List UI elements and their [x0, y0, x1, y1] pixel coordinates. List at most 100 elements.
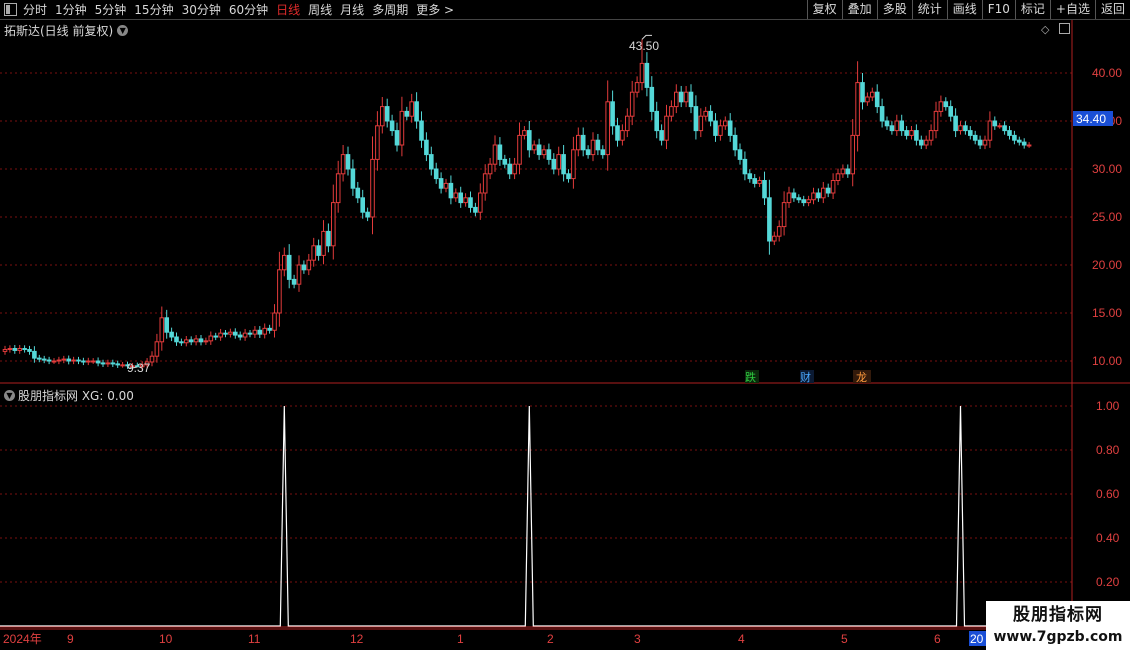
period-more[interactable]: 更多 >	[416, 1, 454, 18]
candle-body	[1007, 130, 1012, 136]
candle-body	[870, 91, 875, 98]
period-multi[interactable]: 多周期	[372, 1, 408, 18]
candle-body	[649, 86, 655, 112]
indicator-title[interactable]: 股朋指标网 XG: 0.00	[18, 387, 134, 404]
main-chart-title[interactable]: 拓斯达(日线 前复权)	[4, 22, 113, 39]
watermark-url: www.7gpzb.com	[993, 629, 1123, 645]
layout-toggle-icon[interactable]	[4, 3, 17, 16]
candle-body	[1021, 141, 1027, 146]
time-tick: 6	[934, 632, 941, 646]
candle-body	[384, 106, 390, 122]
candle-body	[81, 360, 86, 363]
current-price-label: 34.40	[1076, 112, 1106, 126]
event-marker-finance[interactable]: 财	[800, 370, 811, 384]
indicator-tick: 1.00	[1096, 399, 1120, 413]
price-tick: 20.00	[1092, 258, 1122, 272]
adjust-button[interactable]: 复权	[806, 0, 842, 19]
period-1min[interactable]: 1分钟	[55, 1, 87, 18]
candle-body	[639, 62, 645, 84]
candle-body	[909, 130, 914, 136]
back-button[interactable]: 返回	[1094, 0, 1130, 19]
period-monthly[interactable]: 月线	[340, 1, 364, 18]
xg-signal-line	[0, 405, 1072, 627]
candle-body	[688, 91, 694, 108]
candle-body	[546, 149, 552, 160]
candle-body	[100, 362, 106, 365]
candle-body	[56, 359, 62, 362]
candle-body	[825, 187, 831, 194]
low-price-label: 9.37	[127, 361, 151, 375]
chevron-down-icon[interactable]: ▼	[4, 390, 15, 401]
candle-body	[223, 332, 228, 335]
candle-body	[786, 192, 792, 204]
candle-body	[51, 360, 57, 363]
candle-body	[982, 139, 988, 146]
candle-body	[723, 120, 728, 127]
candle-body	[159, 317, 165, 343]
candle-body	[796, 197, 802, 201]
overlay-button[interactable]: 叠加	[841, 0, 877, 19]
candle-body	[7, 348, 13, 351]
candle-body	[561, 154, 566, 175]
chevron-down-icon[interactable]: ▼	[117, 25, 129, 36]
chart-canvas[interactable]: 40.00 35.00 30.00 25.00 20.00 15.00 10.0…	[0, 0, 1130, 650]
candle-body	[958, 125, 963, 132]
candle-body	[674, 91, 679, 108]
candle-body	[277, 269, 282, 314]
candle-body	[767, 197, 772, 242]
candle-body	[541, 149, 547, 156]
candle-body	[821, 187, 826, 199]
candle-body	[365, 211, 370, 218]
candle-body	[620, 130, 625, 141]
candle-body	[615, 125, 620, 141]
mark-button[interactable]: 标记	[1014, 0, 1050, 19]
period-daily[interactable]: 日线	[276, 1, 300, 18]
candle-body	[350, 168, 356, 189]
add-watchlist-button[interactable]: +自选	[1049, 0, 1095, 19]
candle-body	[169, 331, 174, 338]
period-60min[interactable]: 60分钟	[229, 1, 268, 18]
candle-body	[762, 180, 767, 199]
candle-body	[527, 130, 532, 151]
candle-body	[531, 144, 537, 151]
time-tick: 9	[67, 632, 74, 646]
candle-body	[977, 139, 983, 146]
candle-body	[237, 334, 243, 338]
candle-body	[791, 192, 797, 199]
candle-body	[399, 110, 405, 146]
time-tick: 20	[970, 632, 984, 646]
f10-button[interactable]: F10	[981, 0, 1015, 19]
period-30min[interactable]: 30分钟	[182, 1, 221, 18]
statistics-button[interactable]: 统计	[911, 0, 947, 19]
period-weekly[interactable]: 周线	[308, 1, 332, 18]
time-tick: 2	[547, 632, 554, 646]
event-marker-dragon[interactable]: 龙	[856, 371, 867, 384]
candle-body	[438, 178, 444, 189]
candle-body	[17, 348, 22, 351]
candle-body	[95, 360, 101, 364]
period-15min[interactable]: 15分钟	[134, 1, 173, 18]
candle-body	[345, 154, 351, 170]
candle-body	[326, 230, 331, 247]
candle-body	[331, 202, 336, 247]
candle-body	[188, 339, 194, 343]
multi-stock-button[interactable]: 多股	[876, 0, 912, 19]
candle-body	[972, 134, 978, 141]
candle-body	[605, 101, 611, 156]
diamond-icon[interactable]: ◇	[1041, 23, 1049, 36]
candle-body	[850, 134, 856, 175]
period-5min[interactable]: 5分钟	[95, 1, 127, 18]
candle-body	[71, 359, 76, 362]
candle-body	[306, 259, 312, 271]
candle-body	[179, 341, 184, 344]
period-intraday[interactable]: 分时	[23, 1, 47, 18]
candle-body	[865, 96, 870, 103]
candle-body	[595, 139, 601, 151]
candle-body	[747, 173, 753, 180]
candle-body	[110, 362, 116, 365]
draw-button[interactable]: 画线	[946, 0, 982, 19]
candle-body	[198, 338, 204, 343]
event-marker-drop[interactable]: 跌	[745, 370, 756, 384]
candle-body	[590, 139, 596, 156]
panel-toggle-icon[interactable]	[1058, 23, 1070, 34]
